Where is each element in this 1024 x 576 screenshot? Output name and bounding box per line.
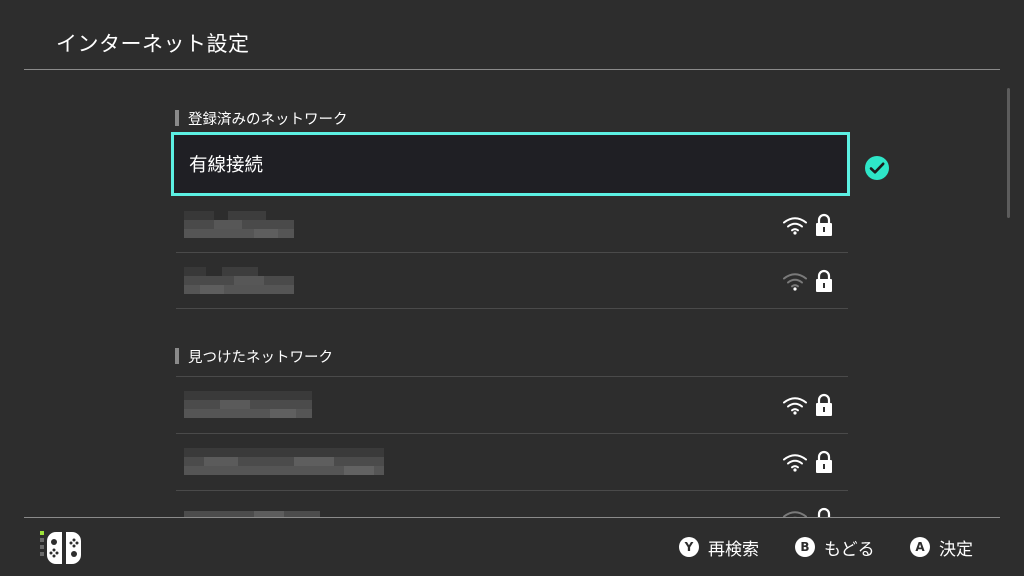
hint-rescan-label: 再検索 — [708, 539, 759, 560]
section-marker — [175, 348, 179, 364]
network-row-wired[interactable]: 有線接続 — [171, 132, 850, 196]
section-registered-header: 登録済みのネットワーク — [175, 108, 348, 128]
wifi-icon — [783, 454, 807, 472]
internet-settings-screen: インターネット設定 登録済みのネットワーク 有線接続 見つけたネットワーク Y … — [0, 0, 1024, 576]
wifi-icon — [783, 511, 807, 517]
section-found-label: 見つけたネットワーク — [188, 349, 333, 366]
network-row-found-2[interactable] — [176, 434, 848, 490]
a-button-icon: A — [910, 537, 930, 557]
lock-icon — [816, 393, 832, 416]
lock-icon — [816, 213, 832, 236]
y-button-icon: Y — [679, 537, 699, 557]
b-button-icon: B — [795, 537, 815, 557]
hint-rescan[interactable]: Y 再検索 — [679, 535, 759, 560]
network-row-registered-2[interactable] — [176, 253, 848, 309]
hint-confirm[interactable]: A 決定 — [910, 535, 973, 560]
footer-bar: Y 再検索 B もどる A 決定 — [0, 518, 1024, 576]
section-marker — [175, 110, 179, 126]
wired-connection-label: 有線接続 — [189, 155, 264, 176]
hint-back-label: もどる — [824, 539, 875, 560]
wifi-icon — [783, 397, 807, 415]
check-circle-icon — [865, 156, 889, 180]
network-row-registered-1[interactable] — [176, 197, 848, 253]
scrollbar[interactable] — [1007, 88, 1010, 218]
section-registered-label: 登録済みのネットワーク — [188, 111, 348, 128]
wifi-icon — [783, 217, 807, 235]
network-list[interactable]: 登録済みのネットワーク 有線接続 見つけたネットワーク — [0, 70, 1024, 517]
section-found-header: 見つけたネットワーク — [175, 346, 333, 366]
network-row-found-1[interactable] — [176, 377, 848, 433]
lock-icon — [816, 450, 832, 473]
joycon-icon — [40, 531, 81, 564]
wifi-icon — [783, 273, 807, 291]
hint-confirm-label: 決定 — [939, 539, 973, 560]
row-divider — [176, 308, 848, 309]
network-row-found-3[interactable] — [176, 491, 848, 517]
hint-back[interactable]: B もどる — [795, 535, 875, 560]
lock-icon — [816, 269, 832, 292]
lock-icon — [817, 507, 831, 517]
page-title: インターネット設定 — [56, 32, 250, 56]
